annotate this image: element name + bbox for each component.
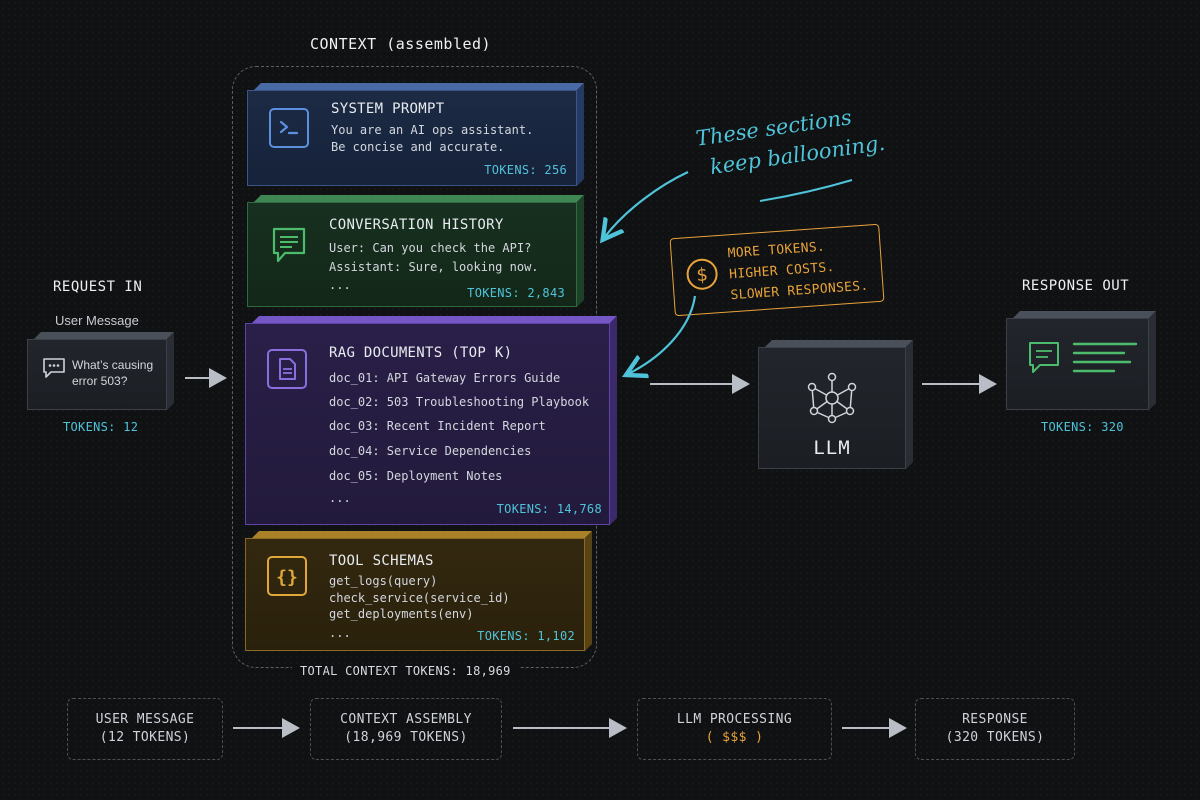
arrow-annotation-to-history bbox=[604, 171, 689, 238]
tool-schema-line: get_deployments(env) bbox=[329, 607, 474, 621]
llm-card: LLM bbox=[758, 347, 906, 469]
ballooning-annotation: These sections keep ballooning. bbox=[694, 105, 887, 180]
response-out-heading: RESPONSE OUT bbox=[1022, 278, 1130, 294]
tool-schema-line: check_service(service_id) bbox=[329, 591, 510, 605]
braces-icon: {} bbox=[267, 556, 307, 596]
response-chat-icon bbox=[1029, 342, 1138, 373]
rag-documents-title: RAG DOCUMENTS (TOP K) bbox=[329, 345, 513, 361]
rag-documents-tokens: TOKENS: 14,768 bbox=[496, 502, 602, 516]
conversation-history-card: CONVERSATION HISTORY User: Can you check… bbox=[247, 202, 577, 307]
rag-document-line: doc_05: Deployment Notes bbox=[329, 469, 503, 483]
flow-step-user-message: USER MESSAGE (12 TOKENS) bbox=[67, 698, 223, 760]
rag-document-line: ... bbox=[329, 491, 351, 505]
request-tokens: TOKENS: 12 bbox=[63, 420, 139, 434]
user-message-text: What’s causing bbox=[72, 358, 154, 372]
rag-documents-card: RAG DOCUMENTS (TOP K) doc_01: API Gatewa… bbox=[245, 323, 610, 525]
conversation-history-title: CONVERSATION HISTORY bbox=[329, 217, 504, 233]
user-message-card: What’s causing error 503? bbox=[27, 339, 167, 410]
conversation-history-line: User: Can you check the API? bbox=[329, 241, 532, 255]
system-prompt-card: SYSTEM PROMPT You are an AI ops assistan… bbox=[247, 90, 577, 186]
flow-step-context-assembly: CONTEXT ASSEMBLY (18,969 TOKENS) bbox=[310, 698, 502, 760]
ballooning-underline bbox=[759, 179, 853, 202]
tool-schema-line: ... bbox=[329, 626, 351, 640]
conversation-history-line: ... bbox=[329, 278, 351, 292]
request-in-heading: REQUEST IN bbox=[53, 279, 143, 295]
llm-label: LLM bbox=[813, 437, 851, 459]
network-icon bbox=[807, 372, 857, 424]
terminal-icon bbox=[269, 108, 309, 148]
chat-bubble-icon bbox=[43, 358, 65, 378]
tool-schemas-card: {} TOOL SCHEMAS get_logs(query) check_se… bbox=[245, 538, 585, 651]
flow-step-llm-processing: LLM PROCESSING ( $$$ ) bbox=[637, 698, 832, 760]
document-icon bbox=[267, 349, 307, 389]
system-prompt-line: Be concise and accurate. bbox=[331, 140, 505, 154]
rag-document-line: doc_03: Recent Incident Report bbox=[329, 419, 546, 433]
system-prompt-tokens: TOKENS: 256 bbox=[484, 163, 567, 177]
context-title: CONTEXT (assembled) bbox=[310, 35, 492, 53]
user-message-label: User Message bbox=[55, 313, 139, 328]
response-tokens: TOKENS: 320 bbox=[1041, 420, 1124, 434]
svg-text:$: $ bbox=[696, 264, 709, 286]
dollar-icon: $ bbox=[686, 258, 718, 290]
conversation-history-tokens: TOKENS: 2,843 bbox=[467, 286, 565, 300]
rag-document-line: doc_01: API Gateway Errors Guide bbox=[329, 371, 561, 385]
svg-text:{}: {} bbox=[276, 567, 298, 588]
system-prompt-title: SYSTEM PROMPT bbox=[331, 101, 445, 117]
tool-schema-line: get_logs(query) bbox=[329, 574, 438, 588]
total-context-tokens: TOTAL CONTEXT TOKENS: 18,969 bbox=[292, 664, 519, 678]
tool-schemas-title: TOOL SCHEMAS bbox=[329, 553, 434, 569]
response-card bbox=[1006, 318, 1149, 410]
user-message-text: error 503? bbox=[72, 374, 128, 388]
tool-schemas-tokens: TOKENS: 1,102 bbox=[477, 629, 575, 643]
system-prompt-line: You are an AI ops assistant. bbox=[331, 123, 534, 137]
chat-icon bbox=[269, 224, 309, 264]
cost-warning-box: $ MORE TOKENS. HIGHER COSTS. SLOWER RESP… bbox=[669, 223, 885, 317]
rag-document-line: doc_04: Service Dependencies bbox=[329, 444, 532, 458]
conversation-history-line: Assistant: Sure, looking now. bbox=[329, 260, 539, 274]
flow-step-response: RESPONSE (320 TOKENS) bbox=[915, 698, 1075, 760]
rag-document-line: doc_02: 503 Troubleshooting Playbook bbox=[329, 395, 590, 409]
